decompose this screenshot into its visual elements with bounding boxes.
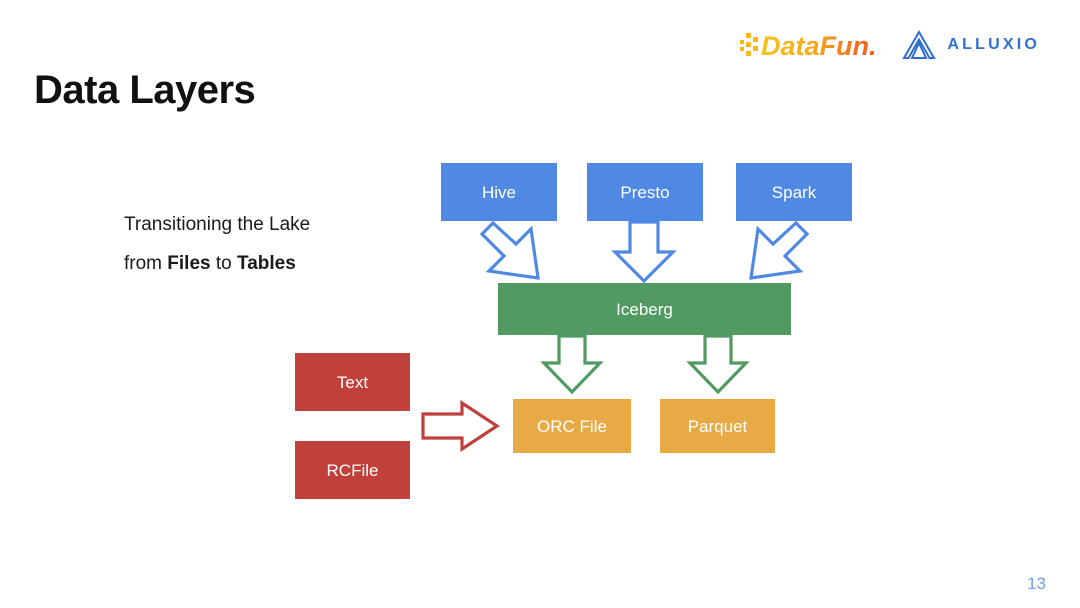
caption-bold-tables: Tables: [237, 253, 296, 274]
box-label: RCFile: [326, 460, 379, 480]
caption-middle: to: [210, 253, 237, 274]
page-title: Data Layers: [34, 68, 256, 112]
box-file-format-orc[interactable]: ORC File: [513, 399, 631, 453]
alluxio-logo: ALLUXIO: [901, 28, 1040, 62]
box-label: Text: [336, 372, 369, 392]
caption-bold-files: Files: [167, 253, 211, 274]
arrow-iceberg-to-parquet: [686, 334, 750, 395]
box-label: Hive: [481, 182, 516, 202]
alluxio-mountain-icon: [902, 30, 937, 59]
slide-canvas: DataFun. ALLUXIO Data Layers Transitioni…: [0, 0, 1080, 608]
caption-line-1: Transitioning the Lake: [124, 214, 311, 235]
box-legacy-rcfile[interactable]: RCFile: [295, 441, 410, 499]
arrow-presto-to-iceberg: [611, 220, 677, 284]
box-label: Presto: [620, 182, 670, 202]
arrow-spark-to-iceberg: [749, 220, 810, 280]
box-table-format-iceberg[interactable]: Iceberg: [498, 283, 791, 335]
box-engine-hive[interactable]: Hive: [441, 163, 557, 221]
box-engine-spark[interactable]: Spark: [736, 163, 852, 221]
box-label: Iceberg: [616, 299, 673, 319]
box-file-format-parquet[interactable]: Parquet: [660, 399, 775, 453]
caption-line-2: from Files to Tables: [124, 244, 310, 283]
page-number: 13: [1027, 574, 1046, 593]
alluxio-wordmark: ALLUXIO: [947, 36, 1040, 53]
logo-bar: DataFun. ALLUXIO: [739, 28, 1040, 62]
box-engine-presto[interactable]: Presto: [587, 163, 703, 221]
box-label: Spark: [771, 182, 817, 202]
caption-block: Transitioning the Lake from Files to Tab…: [124, 205, 310, 283]
datafun-logo: DataFun.: [739, 28, 887, 62]
caption-prefix: from: [124, 253, 168, 274]
svg-text:DataFun.: DataFun.: [761, 31, 877, 61]
box-label: ORC File: [537, 416, 607, 436]
arrow-iceberg-to-orc: [540, 334, 604, 395]
arrow-legacy-to-modern: [421, 400, 500, 452]
box-legacy-text[interactable]: Text: [295, 353, 410, 411]
arrow-hive-to-iceberg: [479, 220, 540, 280]
box-label: Parquet: [687, 416, 748, 436]
